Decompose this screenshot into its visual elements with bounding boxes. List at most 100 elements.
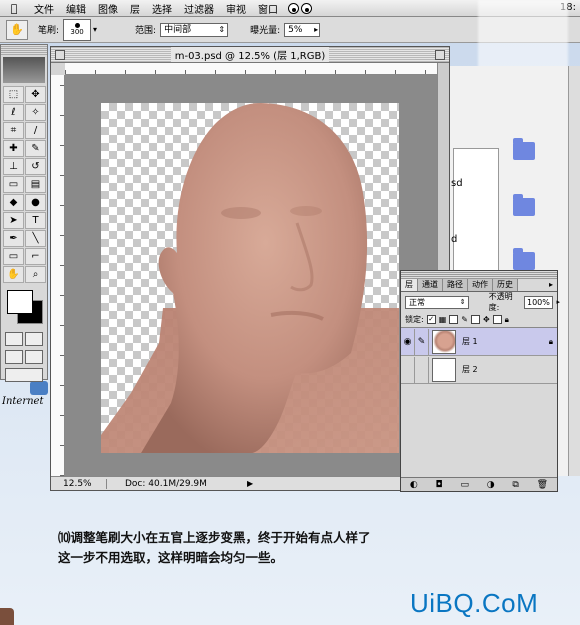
layer-row[interactable]: ◉ ✎ 层 1 🔒︎ <box>401 328 557 356</box>
layer-name[interactable]: 层 2 <box>462 364 478 375</box>
burn-tool-icon[interactable]: ✋ <box>6 19 28 40</box>
layer-thumbnail <box>432 329 456 354</box>
zoom-box-icon[interactable] <box>435 50 445 60</box>
brush-label: 笔刷: <box>38 26 60 36</box>
new-layer-icon[interactable]: ⧉ <box>512 480 518 490</box>
lock-pixels-checkbox[interactable] <box>449 315 459 324</box>
lock-position-checkbox[interactable] <box>470 315 480 324</box>
tab-paths[interactable]: 路径 <box>443 279 468 291</box>
exposure-label: 曝光量: <box>250 26 281 36</box>
eye-visibility-icon[interactable] <box>401 356 415 383</box>
tab-channels[interactable]: 通道 <box>418 279 443 291</box>
eye-visibility-icon[interactable]: ◉ <box>401 328 415 355</box>
ruler-horizontal <box>65 63 437 75</box>
layer-name[interactable]: 层 1 <box>462 336 478 347</box>
slice-tool-icon[interactable]: / <box>25 122 46 139</box>
eraser-tool-icon[interactable]: ▭ <box>3 176 24 193</box>
status-menu-icon[interactable]: ▶ <box>247 479 253 488</box>
layer-mask-icon[interactable]: ◘ <box>436 480 443 490</box>
folder-icon[interactable] <box>513 194 535 216</box>
layer-thumbnail <box>432 357 456 382</box>
full-screen-icon[interactable] <box>25 350 43 364</box>
caption-line-1: ⑽调整笔刷大小在五官上逐步变黑，终于开始有点人样了 <box>58 530 371 545</box>
hand-tool-icon[interactable]: ✋ <box>3 266 24 283</box>
zoom-tool-icon[interactable]: ⌕ <box>25 266 46 283</box>
desktop-corner-icon[interactable] <box>0 608 14 625</box>
menu-image[interactable]: 图像 <box>92 1 124 16</box>
canvas-area[interactable] <box>65 75 437 476</box>
document-titlebar[interactable]: m-03.psd @ 12.5% (层 1,RGB) <box>51 47 449 63</box>
menu-window[interactable]: 窗口 <box>252 1 284 16</box>
menu-view[interactable]: 审视 <box>220 1 252 16</box>
dodge-tool-icon[interactable]: ● <box>25 194 46 211</box>
doc-size-readout: Doc: 40.1M/29.9M <box>125 478 207 489</box>
tab-actions[interactable]: 动作 <box>468 279 493 291</box>
blend-mode-select[interactable]: 正常 <box>405 295 469 309</box>
face-artwork <box>101 103 401 453</box>
apple-menu-icon[interactable]:  <box>0 2 28 15</box>
foreground-color[interactable] <box>7 290 33 314</box>
quick-mask-icon[interactable] <box>25 332 43 346</box>
history-brush-tool-icon[interactable]: ↺ <box>25 158 46 175</box>
opacity-input[interactable]: 100% <box>524 295 560 309</box>
gradient-tool-icon[interactable]: ▤ <box>25 176 46 193</box>
healing-tool-icon[interactable]: ✚ <box>3 140 24 157</box>
standard-mode-icon[interactable] <box>5 332 23 346</box>
folder-icon[interactable] <box>513 138 535 160</box>
lock-transparency-checkbox[interactable]: ✓ <box>426 315 436 324</box>
layers-palette-titlebar[interactable] <box>401 271 557 279</box>
notes-tool-icon[interactable]: ▭ <box>3 248 24 265</box>
close-box-icon[interactable] <box>55 50 65 60</box>
opacity-label: 不透明度: <box>488 292 513 312</box>
ruler-vertical <box>51 75 65 476</box>
jump-to-imageready-icon[interactable] <box>5 368 43 382</box>
brush-size: 300 <box>70 27 84 36</box>
type-tool-icon[interactable]: T <box>25 212 46 229</box>
move-tool-icon[interactable]: ✥ <box>25 86 46 103</box>
menu-edit[interactable]: 编辑 <box>60 1 92 16</box>
marquee-tool-icon[interactable]: ⬚ <box>3 86 24 103</box>
range-select[interactable]: 中间部 <box>160 22 229 37</box>
screen-mode-icon[interactable] <box>5 350 23 364</box>
link-icon[interactable] <box>415 356 429 383</box>
folder-icon[interactable] <box>513 248 535 270</box>
tools-banner[interactable] <box>3 57 45 83</box>
palette-menu-icon[interactable]: ▸ <box>545 279 557 291</box>
menu-filter[interactable]: 过滤器 <box>178 1 220 16</box>
magic-wand-tool-icon[interactable]: ✧ <box>25 104 46 121</box>
internet-label[interactable]: Internet <box>2 396 43 407</box>
tab-layers[interactable]: 层 <box>401 279 418 291</box>
stamp-tool-icon[interactable]: ⊥ <box>3 158 24 175</box>
trash-icon[interactable]: 🗑︎ <box>537 480 548 490</box>
finder-scrollbar[interactable] <box>568 66 580 476</box>
brush-tool-icon[interactable]: ✎ <box>25 140 46 157</box>
lock-label: 锁定: <box>405 315 424 324</box>
layers-palette: 层 通道 路径 动作 历史 ▸ 正常 不透明度: 100% 锁定: ✓ ▦ ✎ … <box>400 270 560 492</box>
crop-tool-icon[interactable]: ⌗ <box>3 122 24 139</box>
eyedropper-tool-icon[interactable]: ⌐ <box>25 248 46 265</box>
exposure-input[interactable]: 5% <box>284 22 321 37</box>
zoom-readout[interactable]: 12.5% <box>51 478 107 489</box>
color-swatches[interactable] <box>3 288 45 326</box>
eyes-icon[interactable] <box>288 2 312 14</box>
blur-tool-icon[interactable]: ◆ <box>3 194 24 211</box>
line-tool-icon[interactable]: ╲ <box>25 230 46 247</box>
layer-row[interactable]: 层 2 <box>401 356 557 384</box>
tab-history[interactable]: 历史 <box>493 279 518 291</box>
eye-left-icon <box>288 2 299 14</box>
brush-dropdown-icon[interactable]: ▾ <box>93 25 101 34</box>
lock-all-checkbox[interactable] <box>492 315 502 324</box>
brush-picker[interactable]: 300 <box>63 18 92 41</box>
menu-select[interactable]: 选择 <box>146 1 178 16</box>
menu-layer[interactable]: 层 <box>124 1 146 16</box>
image-canvas[interactable] <box>101 103 401 453</box>
new-set-icon[interactable]: ▭ <box>460 480 469 490</box>
brush-edit-icon[interactable]: ✎ <box>415 328 429 355</box>
menu-file[interactable]: 文件 <box>28 1 60 16</box>
pen-tool-icon[interactable]: ✒ <box>3 230 24 247</box>
adjustment-layer-icon[interactable]: ◑ <box>487 480 495 490</box>
path-select-tool-icon[interactable]: ➤ <box>3 212 24 229</box>
tools-palette-titlebar[interactable] <box>1 45 47 55</box>
layer-style-icon[interactable]: ◐ <box>410 480 418 490</box>
lasso-tool-icon[interactable]: ℓ <box>3 104 24 121</box>
